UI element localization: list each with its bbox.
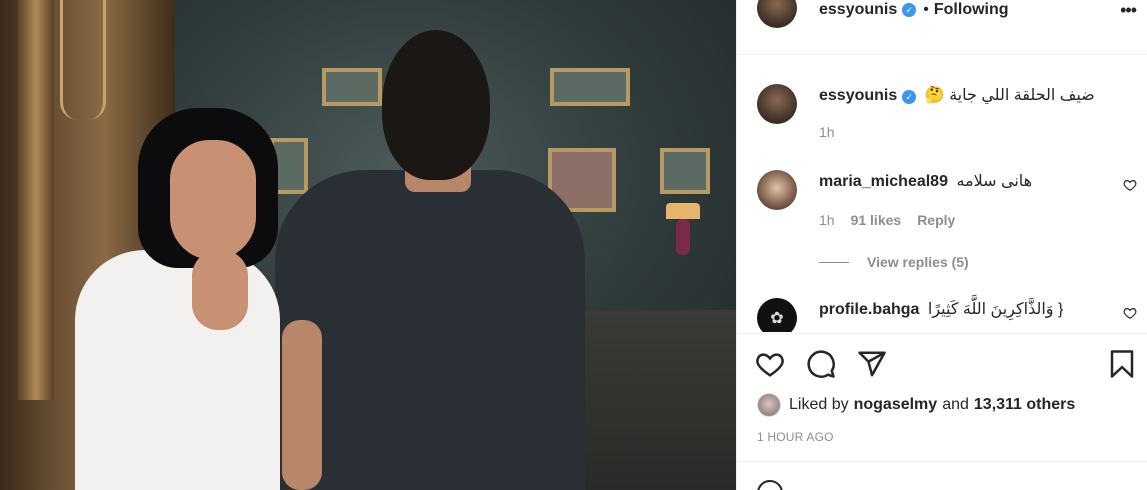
heart-icon[interactable] bbox=[755, 349, 785, 379]
reply-button[interactable]: Reply bbox=[917, 212, 955, 228]
liker-avatar[interactable] bbox=[757, 393, 781, 417]
verified-badge-icon: ✓ bbox=[902, 90, 917, 104]
following-button[interactable]: Following bbox=[934, 1, 1009, 19]
post-photo[interactable] bbox=[0, 0, 736, 490]
comment-time[interactable]: 1h bbox=[819, 212, 835, 228]
bookmark-icon[interactable] bbox=[1107, 349, 1137, 379]
commenter-avatar[interactable]: ✿ bbox=[757, 298, 797, 332]
photo-frame bbox=[660, 148, 710, 194]
photo-pillar bbox=[18, 0, 54, 400]
action-bar bbox=[737, 333, 1147, 393]
comment-meta: 1h 91 likes Reply bbox=[819, 212, 955, 228]
comment-username[interactable]: profile.bahga bbox=[819, 301, 919, 318]
likes-summary: Liked by nogaselmy and 13,311 others bbox=[757, 392, 1080, 418]
caption-meta: 1h bbox=[819, 124, 835, 140]
photo-wall-lamp bbox=[60, 0, 106, 120]
comment-body: { وَالذَّاكِرِينَ اللَّهَ كَثِيرًا bbox=[927, 301, 1064, 318]
caption-item: essyounis ✓ ضيف الحلقة اللي جاية 🤔 1h bbox=[757, 84, 1137, 144]
comment-text-line: maria_micheal89 هانى سلامه bbox=[819, 172, 1103, 192]
liker-username[interactable]: nogaselmy bbox=[854, 396, 938, 414]
post-side-panel: essyounis ✓ • Following ••• essyounis ✓ ض… bbox=[736, 0, 1147, 490]
photo-woman-hand bbox=[192, 250, 248, 330]
paper-plane-icon[interactable] bbox=[857, 349, 887, 379]
comment-item: ✿ profile.bahga { وَالذَّاكِرِينَ اللَّه… bbox=[757, 298, 1137, 332]
comment-item: maria_micheal89 هانى سلامه 1h 91 likes R… bbox=[757, 170, 1137, 230]
commenter-avatar[interactable] bbox=[757, 170, 797, 210]
comment-like-heart-icon[interactable] bbox=[1123, 306, 1137, 320]
photo-man-head bbox=[382, 30, 490, 180]
author-username[interactable]: essyounis bbox=[819, 1, 897, 19]
comment-body: هانى سلامه bbox=[956, 173, 1033, 190]
view-replies-button[interactable]: View replies (5) bbox=[819, 254, 969, 270]
photo-frame bbox=[322, 68, 382, 106]
photo-woman-shirt bbox=[75, 250, 280, 490]
likes-others-count[interactable]: 13,311 others bbox=[974, 396, 1075, 414]
author-line: essyounis ✓ • Following bbox=[819, 0, 1009, 20]
comments-list[interactable]: essyounis ✓ ضيف الحلقة اللي جاية 🤔 1h mar… bbox=[737, 56, 1147, 332]
view-replies-label: View replies (5) bbox=[867, 254, 969, 270]
author-avatar[interactable] bbox=[757, 0, 797, 28]
caption-text-line: essyounis ✓ ضيف الحلقة اللي جاية 🤔 bbox=[819, 86, 1103, 106]
comment-text-line: profile.bahga { وَالذَّاكِرِينَ اللَّهَ … bbox=[819, 300, 1103, 320]
caption-body: ضيف الحلقة اللي جاية 🤔 bbox=[924, 87, 1095, 104]
more-options-icon[interactable]: ••• bbox=[1120, 1, 1137, 19]
separator-dot: • bbox=[923, 1, 929, 18]
caption-username[interactable]: essyounis bbox=[819, 87, 897, 104]
photo-man-arm bbox=[282, 320, 322, 490]
comment-icon[interactable] bbox=[806, 349, 836, 379]
view-replies-line bbox=[819, 261, 849, 263]
comment-username[interactable]: maria_micheal89 bbox=[819, 173, 948, 190]
add-comment-bar bbox=[737, 461, 1147, 490]
likes-conjunction: and bbox=[942, 396, 969, 413]
photo-table-lamp-base bbox=[676, 219, 690, 255]
photo-frame bbox=[550, 68, 630, 106]
verified-badge-icon: ✓ bbox=[902, 3, 917, 17]
caption-avatar[interactable] bbox=[757, 84, 797, 124]
photo-table-lamp bbox=[666, 203, 700, 219]
post-header: essyounis ✓ • Following ••• bbox=[737, 0, 1147, 55]
likes-prefix: Liked by bbox=[789, 396, 849, 413]
comment-like-heart-icon[interactable] bbox=[1123, 178, 1137, 192]
emoji-icon[interactable] bbox=[757, 480, 783, 490]
comment-input[interactable] bbox=[807, 482, 1067, 490]
post-timestamp[interactable]: 1 HOUR AGO bbox=[757, 430, 834, 444]
comment-likes-count[interactable]: 91 likes bbox=[851, 212, 902, 228]
photo-woman-face bbox=[170, 140, 256, 260]
caption-time[interactable]: 1h bbox=[819, 124, 835, 140]
